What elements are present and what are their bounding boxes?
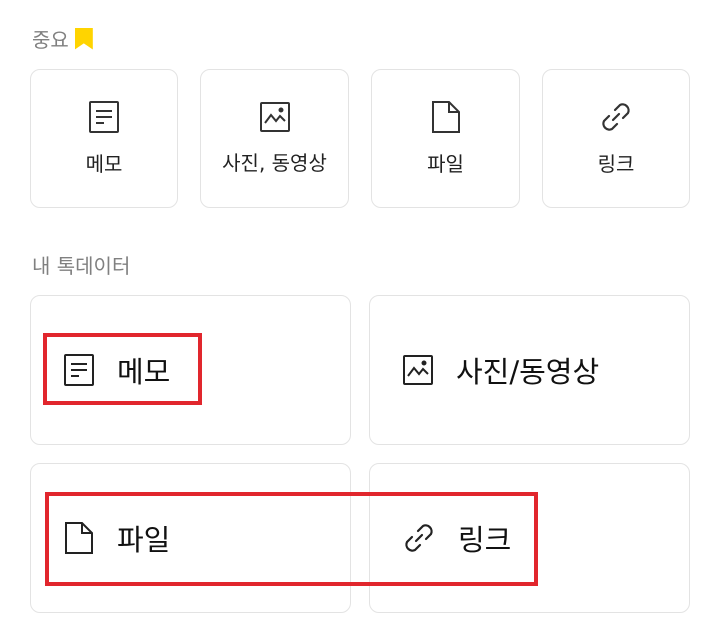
important-link-card[interactable]: 링크 [542,69,690,208]
my-file-label: 파일 [117,523,171,557]
memo-icon [88,100,120,134]
important-file-label: 파일 [427,152,464,176]
my-photo-video-label: 사진/동영상 [456,355,600,389]
important-photo-video-card[interactable]: 사진, 동영상 [200,69,349,208]
important-file-card[interactable]: 파일 [371,69,520,208]
important-photo-video-label: 사진, 동영상 [222,151,327,175]
my-talk-data-title-text: 내 톡데이터 [32,254,131,278]
important-title-text: 중요 [32,28,69,52]
my-memo-label: 메모 [117,355,171,389]
image-icon [402,354,434,386]
my-link-card[interactable]: 링크 [369,463,690,613]
my-photo-video-card[interactable]: 사진/동영상 [369,295,690,445]
my-memo-card[interactable]: 메모 [30,295,351,445]
image-icon [259,101,291,133]
my-link-label: 링크 [458,523,512,557]
important-section-title: 중요 [32,24,93,53]
important-link-label: 링크 [597,152,635,176]
file-icon [430,100,462,134]
important-memo-label: 메모 [85,152,123,176]
my-talk-data-section-title: 내 톡데이터 [32,250,130,279]
memo-icon [63,353,95,387]
important-memo-card[interactable]: 메모 [30,69,178,208]
link-icon [599,100,633,134]
my-file-card[interactable]: 파일 [30,463,351,613]
file-icon [63,521,95,555]
link-icon [402,521,436,555]
bookmark-icon [74,27,93,50]
